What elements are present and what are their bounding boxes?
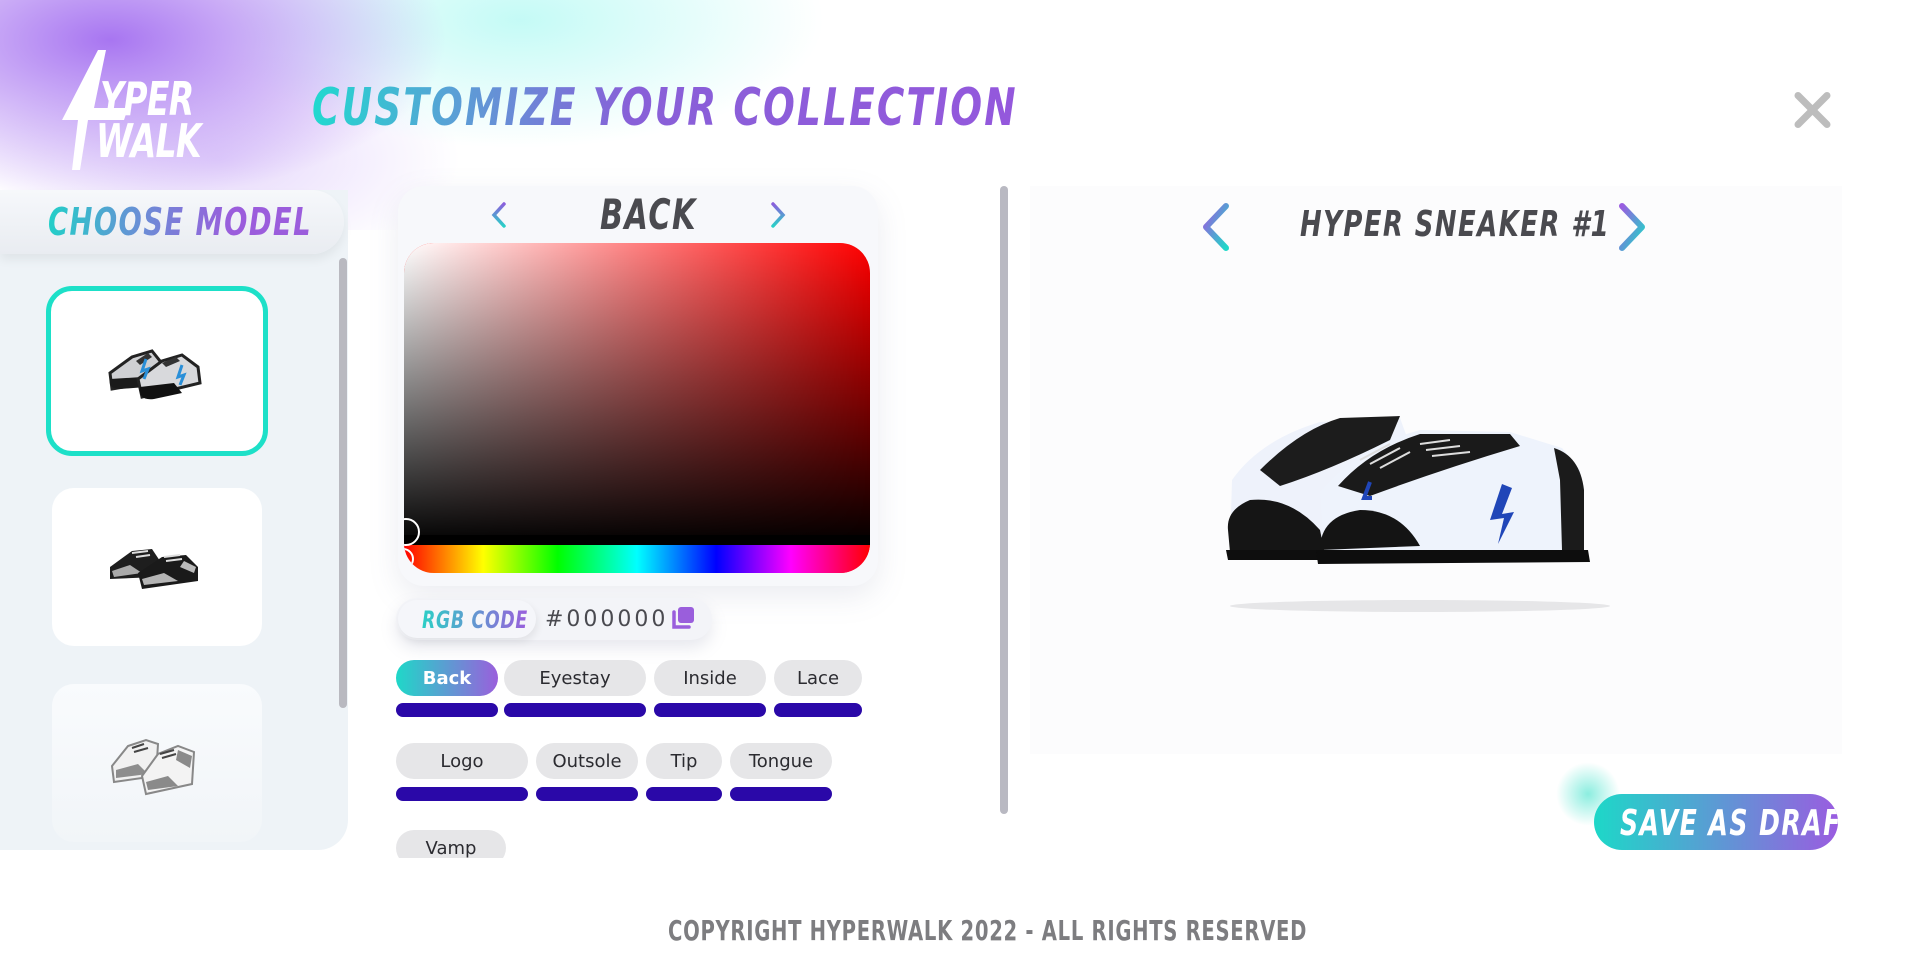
model-list-scrollbar[interactable] xyxy=(339,258,347,708)
page-title: CUSTOMIZE YOUR COLLECTION xyxy=(312,78,1018,138)
current-part-title: BACK xyxy=(600,190,697,239)
save-as-draft-button[interactable]: SAVE AS DRAFT xyxy=(1594,794,1838,850)
model-panel-title: CHOOSE MODEL xyxy=(48,200,313,244)
chevron-right-icon xyxy=(1619,203,1645,251)
sneaker-thumbnail-3 xyxy=(110,738,196,796)
model-card-3[interactable] xyxy=(52,684,262,842)
sneaker-thumbnail-2 xyxy=(110,549,198,589)
part-chip-vamp[interactable]: Vamp xyxy=(396,830,506,858)
copy-color-button[interactable] xyxy=(670,605,696,631)
next-part-button[interactable] xyxy=(766,200,790,230)
part-chip-logo[interactable]: Logo xyxy=(396,743,528,779)
part-chip-outsole[interactable]: Outsole xyxy=(536,743,638,779)
value-gradient-base xyxy=(404,535,870,545)
part-chip-tongue[interactable]: Tongue xyxy=(730,743,832,779)
part-color-swatch-eyestay[interactable] xyxy=(504,703,646,717)
part-chip-tip[interactable]: Tip xyxy=(646,743,722,779)
part-color-swatch-inside[interactable] xyxy=(654,703,766,717)
close-button[interactable] xyxy=(1790,88,1834,132)
rgb-code-input[interactable] xyxy=(545,607,665,632)
part-chips-overflow: Vamp xyxy=(390,830,530,858)
part-chip-eyestay[interactable]: Eyestay xyxy=(504,660,646,696)
saturation-value-picker[interactable] xyxy=(404,243,870,573)
chevron-left-icon xyxy=(491,202,506,228)
chevron-right-icon xyxy=(771,202,786,228)
next-model-button[interactable] xyxy=(1614,200,1650,254)
previous-part-button[interactable] xyxy=(487,200,511,230)
hyperwalk-logo[interactable]: YPER WALK xyxy=(58,50,238,170)
logo-text-line2: WALK xyxy=(96,114,202,168)
rgb-code-label: RGB CODE xyxy=(398,600,536,638)
model-card-2[interactable] xyxy=(52,488,262,646)
panel-scrollbar[interactable] xyxy=(1000,186,1008,814)
part-chip-lace[interactable]: Lace xyxy=(774,660,862,696)
value-gradient xyxy=(404,243,870,545)
copy-icon xyxy=(672,607,694,629)
rgb-code-label-text: RGB CODE xyxy=(422,606,528,634)
save-as-draft-label: SAVE AS DRAFT xyxy=(1620,803,1838,844)
part-color-swatch-logo[interactable] xyxy=(396,787,528,801)
sneaker-thumbnail-1 xyxy=(108,349,202,400)
previous-model-button[interactable] xyxy=(1198,200,1234,254)
part-color-swatch-lace[interactable] xyxy=(774,703,862,717)
footer-copyright: COPYRIGHT HYPERWALK 2022 - ALL RIGHTS RE… xyxy=(668,914,1308,947)
part-chip-back[interactable]: Back xyxy=(396,660,498,696)
part-color-swatch-tongue[interactable] xyxy=(730,787,832,801)
part-color-swatch-back[interactable] xyxy=(396,703,498,717)
part-color-swatch-outsole[interactable] xyxy=(536,787,638,801)
part-color-swatch-tip[interactable] xyxy=(646,787,722,801)
model-card-1[interactable] xyxy=(46,286,268,456)
part-chip-inside[interactable]: Inside xyxy=(654,660,766,696)
model-name-title: HYPER SNEAKER #1 xyxy=(1300,204,1611,245)
chevron-left-icon xyxy=(1203,203,1229,251)
hue-slider[interactable] xyxy=(404,545,870,573)
sneaker-3d-preview[interactable] xyxy=(1220,400,1620,620)
